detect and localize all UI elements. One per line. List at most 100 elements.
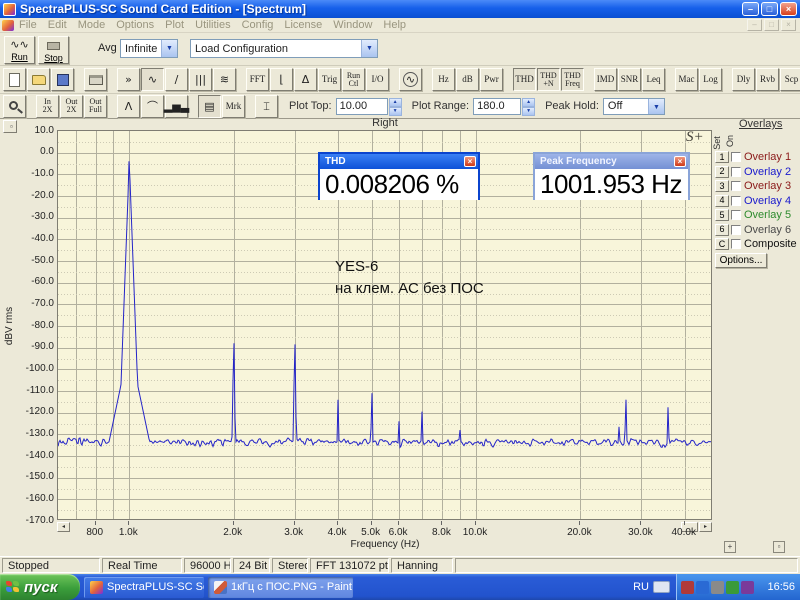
leq-button[interactable]: Leq — [642, 68, 665, 91]
overlay-on-checkbox-4[interactable] — [731, 195, 741, 206]
menu-file[interactable]: File — [19, 19, 37, 31]
print-button[interactable] — [84, 68, 107, 91]
spin-up-icon[interactable]: ▲ — [522, 97, 536, 107]
legend-button[interactable]: ▤ — [198, 94, 221, 118]
log-button[interactable]: Log — [699, 68, 722, 91]
scroll-left-button[interactable]: ◂ — [57, 522, 70, 532]
keyboard-icon[interactable] — [653, 581, 670, 593]
taskbar-task-paint[interactable]: 1кГц с ПОС.PNG - Paint — [208, 576, 353, 598]
mdi-restore-icon[interactable]: □ — [764, 19, 779, 31]
open-file-button[interactable] — [27, 68, 50, 91]
phase-view-button[interactable]: ∕ — [165, 68, 188, 91]
thd-readout-window[interactable]: THD × 0.008206 % — [318, 152, 480, 200]
trigger-button[interactable]: Trig — [318, 68, 341, 91]
peak-display-button[interactable]: Λ — [117, 94, 140, 118]
overlay-set-button-4[interactable]: 4 — [715, 194, 729, 207]
expand-box-button[interactable]: ▫ — [773, 541, 785, 553]
run-control-button[interactable]: Run Ctl — [342, 68, 365, 91]
plot-range-input[interactable]: 180.0 — [473, 97, 522, 115]
plot-top-input[interactable]: 10.00 — [335, 97, 388, 115]
spin-down-icon[interactable]: ▼ — [388, 106, 402, 116]
rvb-button[interactable]: Rvb — [756, 68, 779, 91]
fast-forward-button[interactable]: » — [117, 68, 140, 91]
messenger-icon[interactable] — [696, 580, 709, 594]
overlay-set-button-1[interactable]: 1 — [715, 151, 729, 164]
spectrogram-view-button[interactable]: ||| — [189, 68, 212, 91]
overlay-on-checkbox-C[interactable] — [731, 239, 741, 250]
close-icon[interactable]: × — [464, 156, 476, 167]
hz-button[interactable]: Hz — [432, 68, 455, 91]
mdi-minimize-icon[interactable]: – — [747, 19, 762, 31]
minimize-icon[interactable]: – — [742, 2, 759, 16]
scp-button[interactable]: Scp — [780, 68, 800, 91]
overlay-on-checkbox-2[interactable] — [731, 166, 741, 177]
pwr-button[interactable]: Pwr — [480, 68, 503, 91]
overlay-on-checkbox-1[interactable] — [731, 152, 741, 163]
configuration-select[interactable]: Load Configuration ▼ — [190, 39, 378, 58]
fft-settings-button[interactable]: FFT — [246, 68, 269, 91]
overlay-set-button-5[interactable]: 5 — [715, 209, 729, 222]
taskbar-task-spectraplus[interactable]: SpectraPLUS-SC Sou... — [84, 576, 204, 598]
snr-button[interactable]: SNR — [618, 68, 641, 91]
signal-generator-button[interactable]: ∿ — [399, 68, 422, 91]
overlay-set-button-2[interactable]: 2 — [715, 165, 729, 178]
overlay-on-checkbox-3[interactable] — [731, 181, 741, 192]
menu-options[interactable]: Options — [116, 19, 154, 31]
zoom-out-full-button[interactable]: Out Full — [84, 94, 107, 118]
curve-display-button[interactable]: ⌒ — [141, 94, 164, 118]
calibration-button[interactable]: Δ — [294, 68, 317, 91]
thd-freq-button[interactable]: THD Freq — [561, 68, 584, 91]
overlay-set-button-3[interactable]: 3 — [715, 180, 729, 193]
plot-top-stepper[interactable]: ▲ ▼ — [388, 97, 402, 116]
surface-view-button[interactable]: ≋ — [213, 68, 236, 91]
menu-plot[interactable]: Plot — [165, 19, 184, 31]
menu-license[interactable]: License — [284, 19, 322, 31]
mdi-close-icon[interactable]: × — [781, 19, 796, 31]
expand-plus-button[interactable]: + — [724, 541, 736, 553]
restore-icon[interactable]: □ — [761, 2, 778, 16]
stop-button[interactable]: Stop — [38, 36, 69, 64]
menu-edit[interactable]: Edit — [48, 19, 67, 31]
new-file-button[interactable] — [3, 68, 26, 91]
network-icon[interactable] — [681, 580, 694, 594]
spectrum-view-button[interactable]: ∿ — [141, 68, 164, 91]
title-bar[interactable]: SpectraPLUS-SC Sound Card Edition - [Spe… — [0, 0, 800, 18]
save-button[interactable] — [51, 68, 74, 91]
menu-mode[interactable]: Mode — [78, 19, 106, 31]
bar-display-button[interactable]: ▂▅▃ — [164, 94, 189, 118]
agent-icon[interactable] — [741, 580, 754, 594]
overlay-set-button-6[interactable]: 6 — [715, 223, 729, 236]
volume-icon[interactable] — [711, 580, 724, 594]
scaling-button[interactable]: ⌊ — [270, 68, 293, 91]
close-icon[interactable]: × — [674, 156, 686, 167]
thd-n-button[interactable]: THD +N — [537, 68, 560, 91]
db-button[interactable]: dB — [456, 68, 479, 91]
plot-range-stepper[interactable]: ▲ ▼ — [522, 97, 536, 116]
io-button[interactable]: I/O — [366, 68, 389, 91]
connection-icon[interactable] — [726, 580, 739, 594]
mac-button[interactable]: Mac — [675, 68, 698, 91]
language-indicator[interactable]: RU — [629, 581, 653, 593]
zoom-out-2x-button[interactable]: Out 2X — [60, 94, 83, 118]
spin-down-icon[interactable]: ▼ — [522, 106, 536, 116]
imd-button[interactable]: IMD — [594, 68, 617, 91]
zoom-in-2x-button[interactable]: In 2X — [36, 94, 59, 118]
menu-window[interactable]: Window — [333, 19, 372, 31]
run-button[interactable]: ∿∿ Run — [4, 36, 35, 64]
peak-frequency-title-bar[interactable]: Peak Frequency × — [535, 154, 688, 169]
averaging-select[interactable]: Infinite ▼ — [120, 39, 178, 58]
peak-hold-select[interactable]: Off ▼ — [602, 97, 665, 115]
close-icon[interactable]: × — [780, 2, 797, 16]
overlay-on-checkbox-5[interactable] — [731, 210, 741, 221]
peak-frequency-readout-window[interactable]: Peak Frequency × 1001.953 Hz — [533, 152, 690, 200]
cursor-button[interactable]: ⌶ — [255, 94, 278, 118]
thd-title-bar[interactable]: THD × — [320, 154, 478, 169]
start-button[interactable]: пуск — [0, 574, 80, 600]
overlay-on-checkbox-6[interactable] — [731, 224, 741, 235]
taskbar-clock[interactable]: 16:56 — [767, 581, 795, 593]
markers-button[interactable]: Mrk — [222, 94, 245, 118]
menu-help[interactable]: Help — [383, 19, 406, 31]
menu-config[interactable]: Config — [242, 19, 274, 31]
dly-button[interactable]: Dly — [732, 68, 755, 91]
menu-utilities[interactable]: Utilities — [195, 19, 230, 31]
